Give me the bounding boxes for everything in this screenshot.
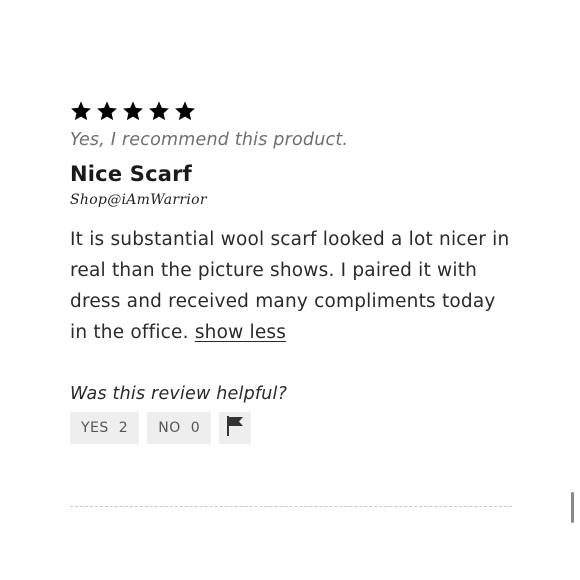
- helpful-question: Was this review helpful?: [70, 384, 288, 404]
- yes-label: YES: [81, 420, 109, 436]
- star-rating: [70, 96, 510, 126]
- flag-icon: [225, 415, 245, 441]
- scrollbar-thumb[interactable]: [571, 492, 574, 523]
- yes-count: 2: [118, 420, 129, 436]
- star-icon: [70, 100, 92, 122]
- helpful-yes-button[interactable]: YES 2: [70, 412, 140, 444]
- star-icon: [96, 100, 118, 122]
- review-body-text: It is substantial wool scarf looked a lo…: [70, 229, 510, 343]
- no-count: 0: [190, 420, 201, 436]
- show-less-link[interactable]: show less: [195, 322, 286, 343]
- star-icon: [148, 100, 170, 122]
- report-button[interactable]: [219, 412, 252, 444]
- review-card: Yes, I recommend this product. Nice Scar…: [70, 96, 510, 444]
- review-body: It is substantial wool scarf looked a lo…: [70, 224, 510, 348]
- helpful-vote-row: YES 2 NO 0: [70, 412, 510, 444]
- review-title: Nice Scarf: [70, 162, 193, 186]
- star-icon: [174, 100, 196, 122]
- recommend-text: Yes, I recommend this product.: [70, 130, 349, 150]
- review-divider: [70, 506, 512, 507]
- no-label: NO: [158, 420, 181, 436]
- review-author: Shop@iAmWarrior: [70, 192, 207, 208]
- helpful-no-button[interactable]: NO 0: [147, 412, 212, 444]
- star-icon: [122, 100, 144, 122]
